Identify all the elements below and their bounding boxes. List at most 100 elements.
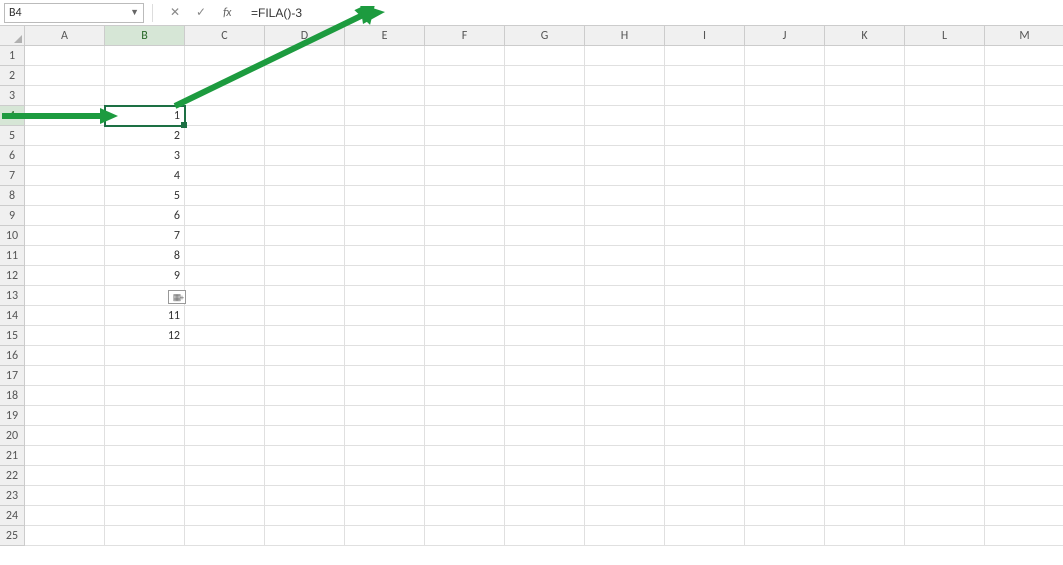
cell-F3[interactable]	[425, 86, 505, 106]
cell-L4[interactable]	[905, 106, 985, 126]
cell-C21[interactable]	[185, 446, 265, 466]
cell-J19[interactable]	[745, 406, 825, 426]
cell-G16[interactable]	[505, 346, 585, 366]
row-header-10[interactable]: 10	[0, 226, 25, 246]
cell-J14[interactable]	[745, 306, 825, 326]
row-header-5[interactable]: 5	[0, 126, 25, 146]
cell-F16[interactable]	[425, 346, 505, 366]
cell-C6[interactable]	[185, 146, 265, 166]
cell-H10[interactable]	[585, 226, 665, 246]
cell-M5[interactable]	[985, 126, 1063, 146]
cell-M22[interactable]	[985, 466, 1063, 486]
column-header-C[interactable]: C	[185, 26, 265, 46]
cell-E15[interactable]	[345, 326, 425, 346]
cell-A23[interactable]	[25, 486, 105, 506]
cell-B1[interactable]	[105, 46, 185, 66]
cell-F25[interactable]	[425, 526, 505, 546]
cell-M7[interactable]	[985, 166, 1063, 186]
cell-F7[interactable]	[425, 166, 505, 186]
cell-A9[interactable]	[25, 206, 105, 226]
cell-C23[interactable]	[185, 486, 265, 506]
cell-G20[interactable]	[505, 426, 585, 446]
cell-B25[interactable]	[105, 526, 185, 546]
cell-K21[interactable]	[825, 446, 905, 466]
column-header-A[interactable]: A	[25, 26, 105, 46]
name-box[interactable]: B4 ▼	[4, 3, 144, 23]
cell-L13[interactable]	[905, 286, 985, 306]
cell-K3[interactable]	[825, 86, 905, 106]
cell-M25[interactable]	[985, 526, 1063, 546]
cell-I16[interactable]	[665, 346, 745, 366]
row-header-3[interactable]: 3	[0, 86, 25, 106]
cell-K14[interactable]	[825, 306, 905, 326]
cell-I25[interactable]	[665, 526, 745, 546]
dropdown-icon[interactable]: ▼	[130, 7, 139, 18]
cell-F19[interactable]	[425, 406, 505, 426]
cell-B19[interactable]	[105, 406, 185, 426]
cell-G25[interactable]	[505, 526, 585, 546]
cell-J15[interactable]	[745, 326, 825, 346]
cell-L1[interactable]	[905, 46, 985, 66]
cell-C7[interactable]	[185, 166, 265, 186]
cell-H3[interactable]	[585, 86, 665, 106]
cell-G13[interactable]	[505, 286, 585, 306]
cell-B12[interactable]: 9	[105, 266, 185, 286]
cell-L24[interactable]	[905, 506, 985, 526]
cell-E18[interactable]	[345, 386, 425, 406]
cell-K9[interactable]	[825, 206, 905, 226]
cell-D25[interactable]	[265, 526, 345, 546]
row-header-8[interactable]: 8	[0, 186, 25, 206]
cell-F4[interactable]	[425, 106, 505, 126]
cell-I17[interactable]	[665, 366, 745, 386]
cell-J23[interactable]	[745, 486, 825, 506]
cell-I21[interactable]	[665, 446, 745, 466]
cell-H15[interactable]	[585, 326, 665, 346]
cell-H6[interactable]	[585, 146, 665, 166]
cell-D9[interactable]	[265, 206, 345, 226]
cell-H11[interactable]	[585, 246, 665, 266]
cell-J25[interactable]	[745, 526, 825, 546]
cell-F2[interactable]	[425, 66, 505, 86]
cell-A14[interactable]	[25, 306, 105, 326]
cell-B8[interactable]: 5	[105, 186, 185, 206]
cell-A6[interactable]	[25, 146, 105, 166]
cell-A5[interactable]	[25, 126, 105, 146]
cell-G2[interactable]	[505, 66, 585, 86]
cell-F18[interactable]	[425, 386, 505, 406]
cell-L16[interactable]	[905, 346, 985, 366]
cell-I2[interactable]	[665, 66, 745, 86]
cell-C13[interactable]	[185, 286, 265, 306]
cell-A12[interactable]	[25, 266, 105, 286]
cell-I24[interactable]	[665, 506, 745, 526]
cell-L6[interactable]	[905, 146, 985, 166]
cell-F17[interactable]	[425, 366, 505, 386]
cell-D7[interactable]	[265, 166, 345, 186]
cell-K23[interactable]	[825, 486, 905, 506]
cell-A11[interactable]	[25, 246, 105, 266]
cell-M17[interactable]	[985, 366, 1063, 386]
cell-C5[interactable]	[185, 126, 265, 146]
row-header-21[interactable]: 21	[0, 446, 25, 466]
cell-D18[interactable]	[265, 386, 345, 406]
cell-J10[interactable]	[745, 226, 825, 246]
cell-B9[interactable]: 6	[105, 206, 185, 226]
autofill-options-icon[interactable]: ▦ +	[168, 290, 186, 304]
cell-H21[interactable]	[585, 446, 665, 466]
row-header-9[interactable]: 9	[0, 206, 25, 226]
cell-G18[interactable]	[505, 386, 585, 406]
cell-I11[interactable]	[665, 246, 745, 266]
cell-C8[interactable]	[185, 186, 265, 206]
cell-K19[interactable]	[825, 406, 905, 426]
cell-I5[interactable]	[665, 126, 745, 146]
cell-K12[interactable]	[825, 266, 905, 286]
cell-E4[interactable]	[345, 106, 425, 126]
cell-B7[interactable]: 4	[105, 166, 185, 186]
cell-I7[interactable]	[665, 166, 745, 186]
row-header-7[interactable]: 7	[0, 166, 25, 186]
cell-C14[interactable]	[185, 306, 265, 326]
cell-B16[interactable]	[105, 346, 185, 366]
cell-D15[interactable]	[265, 326, 345, 346]
cell-D4[interactable]	[265, 106, 345, 126]
cell-C4[interactable]	[185, 106, 265, 126]
cell-L11[interactable]	[905, 246, 985, 266]
